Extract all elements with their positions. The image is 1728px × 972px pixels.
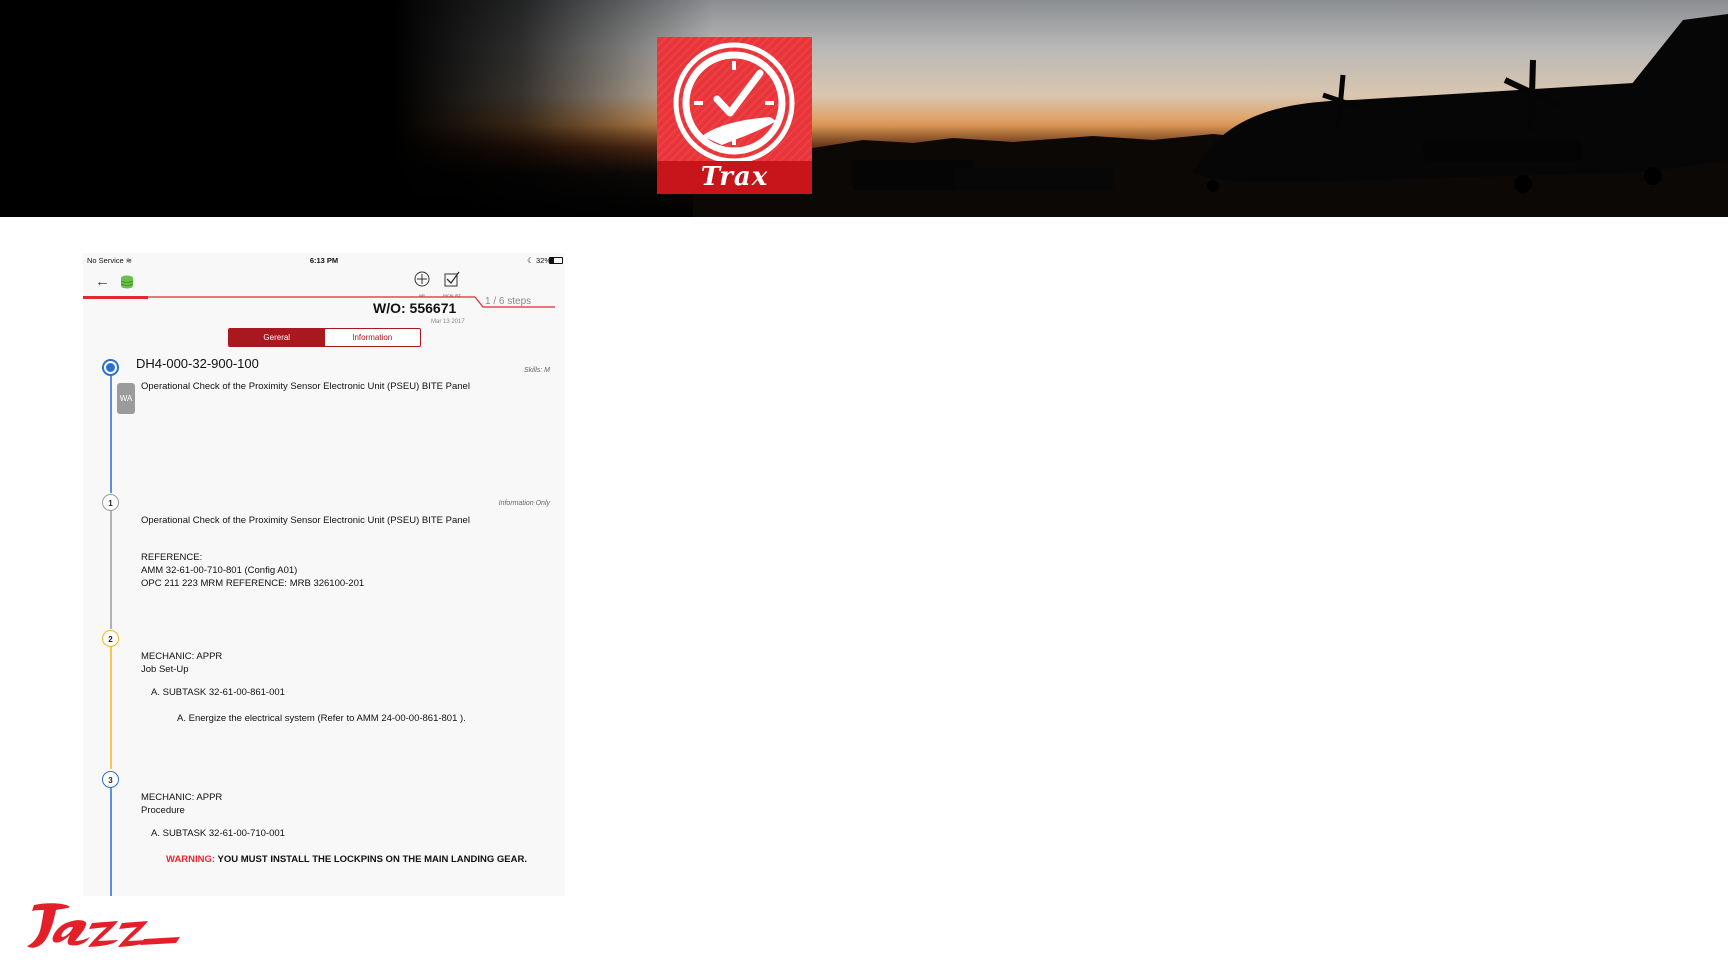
aircraft-silhouette <box>693 14 1728 217</box>
header-banner: Trax <box>0 0 1728 217</box>
step-2-heading: Job Set-Up <box>141 664 189 675</box>
jazz-logo <box>27 903 180 948</box>
checkbox-icon <box>444 271 460 287</box>
battery-icon <box>549 257 563 264</box>
step-3-heading: Procedure <box>141 805 185 816</box>
trax-app-icon: Trax <box>657 37 812 194</box>
task-node <box>102 359 119 376</box>
warning-line: WARNING: YOU MUST INSTALL THE LOCKPINS O… <box>166 854 527 865</box>
status-bar: No Service ≋ 6:13 PM ☾ 32% <box>83 253 565 267</box>
skills-label: Skills: M <box>523 367 550 374</box>
step-3-subtask: A. SUBTASK 32-61-00-710-001 <box>151 828 285 839</box>
tab-information[interactable]: Information <box>325 329 421 346</box>
step-2-node[interactable]: 2 <box>102 630 119 647</box>
information-only-tag: Information Only <box>498 500 550 507</box>
wa-badge: WA <box>117 383 135 414</box>
reference-opc: OPC 211 223 MRM REFERENCE: MRB 326100-20… <box>141 578 365 589</box>
tab-segmented-control: Gereral Information <box>228 328 421 347</box>
trax-logo-text: Trax <box>700 162 769 192</box>
work-order-date: Mar 13 2017 <box>431 319 465 325</box>
clock-check-plane-icon <box>673 42 795 164</box>
moon-icon: ☾ <box>527 256 534 265</box>
clock-time: 6:13 PM <box>309 256 339 265</box>
reference-amm: AMM 32-61-00-710-801 (Config A01) <box>141 565 298 576</box>
step-3-node[interactable]: 3 <box>102 771 119 788</box>
step-2-subtask: A. SUBTASK 32-61-00-861-001 <box>151 687 285 698</box>
tab-general[interactable]: Gereral <box>229 329 325 346</box>
step-1-node[interactable]: 1 <box>102 494 119 511</box>
step-2-instruction: A. Energize the electrical system (Refer… <box>177 713 466 724</box>
warning-label: WARNING: <box>166 854 216 865</box>
tablet-screen: No Service ≋ 6:13 PM ☾ 32% ← NR PICKLIST <box>83 253 565 896</box>
add-circle-icon <box>414 271 430 287</box>
task-number: DH4-000-32-900-100 <box>136 356 259 371</box>
step-timeline <box>110 369 112 896</box>
task-description: Operational Check of the Proximity Senso… <box>141 381 470 392</box>
reference-label: REFERENCE: <box>141 552 203 563</box>
work-order-title: W/O: 556671 <box>373 300 457 316</box>
battery-status: ☾ 32% <box>527 256 551 265</box>
warning-text: YOU MUST INSTALL THE LOCKPINS ON THE MAI… <box>215 854 528 865</box>
step-3-mechanic: MECHANIC: APPR <box>141 792 223 803</box>
app-toolbar: ← NR PICKLIST <box>83 269 565 298</box>
step-1-title: Operational Check of the Proximity Senso… <box>141 515 470 526</box>
step-2-mechanic: MECHANIC: APPR <box>141 651 223 662</box>
